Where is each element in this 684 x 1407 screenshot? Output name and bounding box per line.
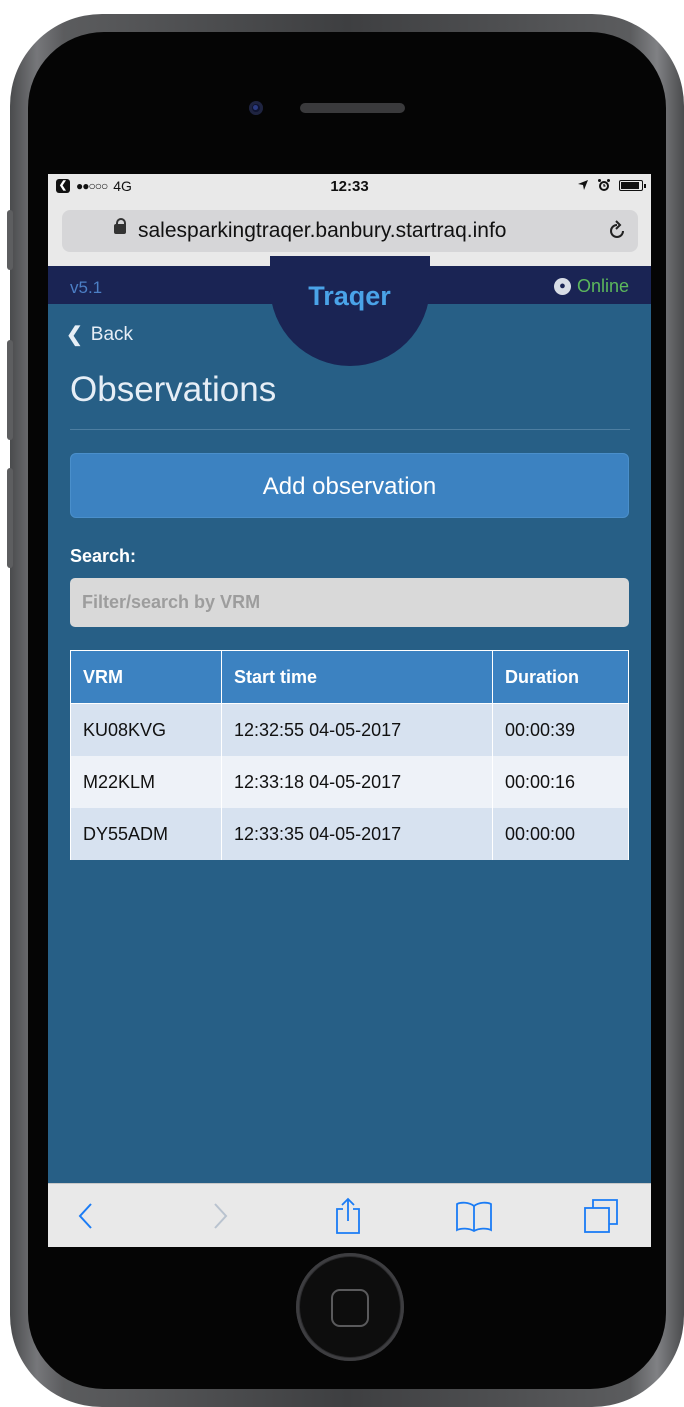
silent-switch <box>7 210 13 270</box>
connection-status: ● Online <box>553 276 629 297</box>
page-title: Observations <box>70 370 277 409</box>
lock-icon <box>114 218 126 234</box>
cell-duration: 00:00:16 <box>492 756 629 808</box>
share-icon[interactable] <box>330 1184 366 1247</box>
cell-start-time: 12:33:35 04-05-2017 <box>221 808 493 860</box>
reload-icon[interactable] <box>606 220 628 242</box>
cell-start-time: 12:32:55 04-05-2017 <box>221 703 493 756</box>
table-row[interactable]: M22KLM 12:33:18 04-05-2017 00:00:16 <box>70 756 629 808</box>
table-row[interactable]: DY55ADM 12:33:35 04-05-2017 00:00:00 <box>70 808 629 860</box>
volume-up-button <box>7 340 13 440</box>
bookmarks-icon[interactable] <box>454 1184 494 1247</box>
status-right <box>577 178 646 192</box>
earpiece-speaker <box>300 103 405 113</box>
column-header-duration[interactable]: Duration <box>492 650 629 704</box>
cell-vrm: M22KLM <box>70 756 222 808</box>
address-bar[interactable]: salesparkingtraqer.banbury.startraq.info <box>62 210 638 252</box>
column-header-start-time[interactable]: Start time <box>221 650 493 704</box>
browser-toolbar <box>48 1183 651 1247</box>
chevron-left-icon: ❮ <box>66 324 83 346</box>
title-divider <box>70 429 630 430</box>
search-input[interactable] <box>70 578 629 627</box>
table-header-row: VRM Start time Duration <box>70 650 629 704</box>
cell-start-time: 12:33:18 04-05-2017 <box>221 756 493 808</box>
tabs-icon[interactable] <box>582 1184 622 1247</box>
cell-duration: 00:00:39 <box>492 703 629 756</box>
status-bar: ❮ ●●○○○ 4G 12:33 <box>48 174 651 200</box>
url-text[interactable]: salesparkingtraqer.banbury.startraq.info <box>138 219 506 243</box>
home-square-icon <box>331 1289 369 1327</box>
front-camera <box>249 101 263 115</box>
battery-icon <box>619 179 646 191</box>
screen: ❮ ●●○○○ 4G 12:33 salesparkingtraqer.banb… <box>48 174 651 1247</box>
cell-vrm: DY55ADM <box>70 808 222 860</box>
forward-arrow-icon[interactable] <box>206 1184 236 1247</box>
globe-icon: ● <box>553 278 571 295</box>
clock: 12:33 <box>330 178 369 195</box>
cell-vrm: KU08KVG <box>70 703 222 756</box>
back-link-label: Back <box>90 323 134 345</box>
alarm-clock-icon <box>598 179 610 191</box>
back-arrow-icon[interactable] <box>70 1184 100 1247</box>
back-link[interactable]: ❮ Back <box>66 322 133 347</box>
connection-status-label: Online <box>576 276 629 296</box>
volume-down-button <box>7 468 13 568</box>
observations-table: VRM Start time Duration KU08KVG 12:32:55… <box>70 650 629 860</box>
add-observation-button[interactable]: Add observation <box>70 453 629 518</box>
table-row[interactable]: KU08KVG 12:32:55 04-05-2017 00:00:39 <box>70 703 629 756</box>
column-header-vrm[interactable]: VRM <box>70 650 222 704</box>
location-arrow-icon <box>578 180 588 190</box>
cell-duration: 00:00:00 <box>492 808 629 860</box>
search-label: Search: <box>70 546 137 566</box>
